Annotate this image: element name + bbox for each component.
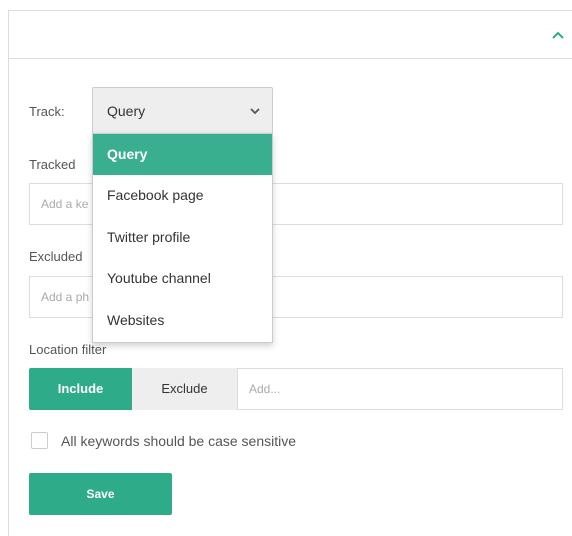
track-label: Track:	[29, 104, 65, 119]
tracked-label: Tracked	[29, 157, 76, 172]
option-youtube-channel[interactable]: Youtube channel	[93, 258, 272, 299]
track-select-value: Query	[107, 103, 146, 119]
chevron-up-icon	[552, 31, 564, 39]
option-query[interactable]: Query	[93, 134, 272, 175]
case-sensitive-label: All keywords should be case sensitive	[61, 433, 297, 449]
option-facebook-page[interactable]: Facebook page	[93, 175, 272, 216]
location-input[interactable]	[237, 368, 563, 410]
option-twitter-profile[interactable]: Twitter profile	[93, 217, 272, 258]
settings-panel: Track: Tracked Excluded Location filter …	[8, 10, 572, 536]
include-button[interactable]: Include	[29, 368, 132, 410]
exclude-button[interactable]: Exclude	[132, 368, 237, 410]
case-sensitive-checkbox[interactable]	[31, 432, 48, 449]
save-button[interactable]: Save	[29, 473, 172, 515]
location-filter-label: Location filter	[29, 342, 107, 357]
track-dropdown: Query Facebook page Twitter profile Yout…	[92, 133, 273, 343]
chevron-down-icon	[250, 108, 260, 115]
option-websites[interactable]: Websites	[93, 300, 272, 341]
collapse-button[interactable]	[548, 25, 568, 45]
excluded-label: Excluded	[29, 249, 83, 264]
panel-header	[9, 11, 572, 59]
track-select[interactable]: Query	[92, 87, 273, 133]
